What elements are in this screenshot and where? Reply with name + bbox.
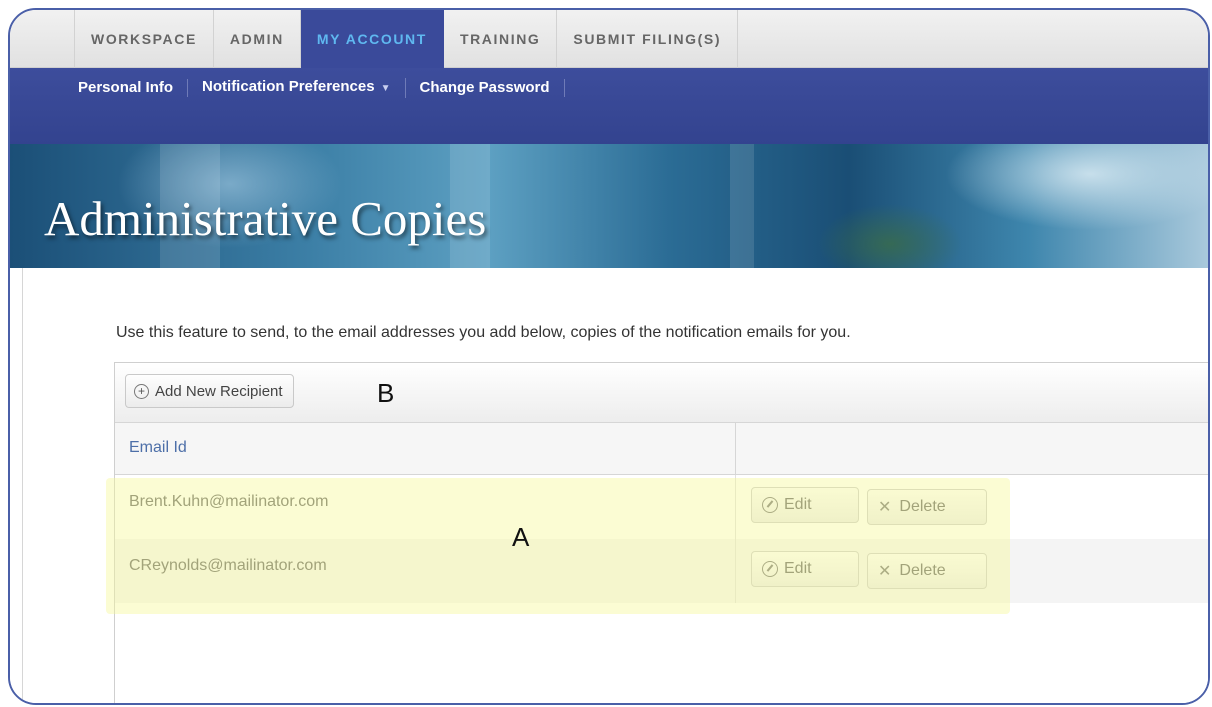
recipient-email: Brent.Kuhn@mailinator.com xyxy=(129,493,329,510)
grid-header-row: Email Id xyxy=(115,423,1208,475)
chevron-down-icon: ▼ xyxy=(380,83,391,94)
delete-label: Delete xyxy=(899,562,946,579)
plus-circle-icon: + xyxy=(134,383,149,399)
edit-icon xyxy=(762,561,778,577)
subnav-item-label: Change Password xyxy=(419,79,550,96)
table-row: Brent.Kuhn@mailinator.com Edit ✕ Delete xyxy=(115,475,1208,539)
grid-toolbar: + Add New Recipient B xyxy=(115,363,1208,423)
tab-admin[interactable]: ADMIN xyxy=(214,10,301,68)
main-content: Use this feature to send, to the email a… xyxy=(10,268,1208,703)
tab-my-account[interactable]: MY ACCOUNT xyxy=(300,10,444,68)
tab-submit-filings[interactable]: SUBMIT FILING(S) xyxy=(557,10,739,68)
subnav-item-notification-preferences[interactable]: Notification Preferences ▼ xyxy=(188,78,406,98)
page-banner: Administrative Copies xyxy=(10,144,1208,268)
column-divider xyxy=(735,423,736,475)
delete-button[interactable]: ✕ Delete xyxy=(867,489,987,525)
edit-icon xyxy=(762,497,778,513)
sub-nav-items: Personal Info Notification Preferences ▼ … xyxy=(66,68,565,108)
column-header-email[interactable]: Email Id xyxy=(129,439,187,457)
edit-label: Edit xyxy=(784,560,812,577)
close-icon: ✕ xyxy=(878,563,892,580)
delete-button[interactable]: ✕ Delete xyxy=(867,553,987,589)
subnav-item-label: Notification Preferences xyxy=(202,78,375,95)
app-window: WORKSPACE ADMIN MY ACCOUNT TRAINING SUBM… xyxy=(8,8,1210,705)
sub-nav: Personal Info Notification Preferences ▼ … xyxy=(10,68,1208,144)
recipients-grid: + Add New Recipient B Email Id Brent.Kuh… xyxy=(114,362,1208,703)
annotation-marker-a: A xyxy=(512,522,530,552)
tab-training[interactable]: TRAINING xyxy=(444,10,558,68)
banner-decoration xyxy=(730,144,754,268)
content-divider xyxy=(22,268,23,703)
add-new-recipient-button[interactable]: + Add New Recipient xyxy=(125,374,294,408)
add-button-label: Add New Recipient xyxy=(155,382,283,400)
annotation-marker-b: B xyxy=(377,378,395,408)
top-nav: WORKSPACE ADMIN MY ACCOUNT TRAINING SUBM… xyxy=(10,10,1208,68)
top-nav-tabs: WORKSPACE ADMIN MY ACCOUNT TRAINING SUBM… xyxy=(74,10,739,68)
column-divider xyxy=(735,475,736,539)
delete-label: Delete xyxy=(899,498,946,515)
page-title: Administrative Copies xyxy=(44,191,487,246)
intro-text: Use this feature to send, to the email a… xyxy=(116,324,851,341)
column-divider xyxy=(735,539,736,603)
subnav-item-personal-info[interactable]: Personal Info xyxy=(66,79,189,97)
edit-label: Edit xyxy=(784,496,812,513)
edit-button[interactable]: Edit xyxy=(751,487,859,523)
close-icon: ✕ xyxy=(878,499,892,516)
subnav-item-change-password[interactable]: Change Password xyxy=(406,79,565,97)
table-row: CReynolds@mailinator.com Edit ✕ Delete xyxy=(115,539,1208,603)
recipient-email: CReynolds@mailinator.com xyxy=(129,557,327,574)
subnav-item-label: Personal Info xyxy=(78,79,174,96)
tab-workspace[interactable]: WORKSPACE xyxy=(74,10,214,68)
edit-button[interactable]: Edit xyxy=(751,551,859,587)
